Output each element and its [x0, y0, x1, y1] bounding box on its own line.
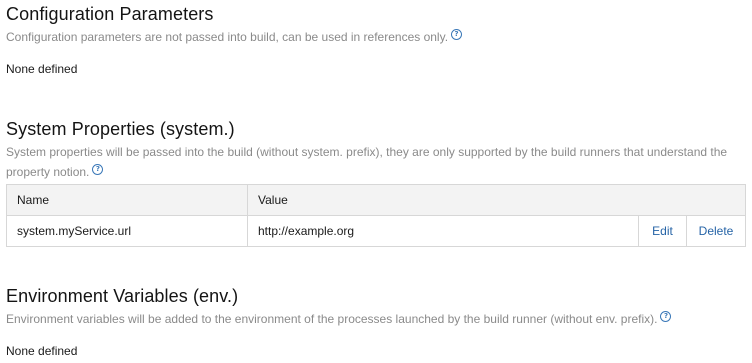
column-header-value: Value — [247, 184, 746, 216]
configuration-parameters-description: Configuration parameters are not passed … — [6, 27, 746, 47]
table-row: system.myService.url http://example.org … — [6, 215, 746, 247]
configuration-parameters-description-text: Configuration parameters are not passed … — [6, 30, 449, 44]
system-properties-description-text: System properties will be passed into th… — [6, 145, 728, 179]
property-name-cell: system.myService.url — [6, 215, 248, 247]
system-properties-title: System Properties (system.) — [6, 119, 235, 139]
configuration-parameters-title: Configuration Parameters — [6, 4, 214, 24]
system-properties-section: System Properties (system.) System prope… — [6, 118, 746, 182]
help-icon[interactable]: ? — [660, 311, 672, 322]
delete-link[interactable]: Delete — [686, 215, 746, 247]
help-icon[interactable]: ? — [451, 29, 463, 40]
column-header-name: Name — [6, 184, 248, 216]
environment-variables-title: Environment Variables (env.) — [6, 286, 239, 306]
property-value-cell: http://example.org — [247, 215, 639, 247]
environment-variables-section: Environment Variables (env.) Environment… — [6, 285, 746, 329]
environment-variables-description: Environment variables will be added to t… — [6, 309, 746, 329]
configuration-parameters-section: Configuration Parameters Configuration p… — [6, 3, 746, 47]
configuration-parameters-empty-text: None defined — [6, 62, 78, 76]
system-properties-description: System properties will be passed into th… — [6, 142, 746, 182]
edit-link[interactable]: Edit — [638, 215, 687, 247]
help-icon[interactable]: ? — [92, 164, 104, 175]
environment-variables-empty-text: None defined — [6, 344, 78, 358]
system-properties-table: Name Value system.myService.url http://e… — [6, 184, 746, 247]
table-header-row: Name Value — [6, 184, 746, 216]
environment-variables-description-text: Environment variables will be added to t… — [6, 312, 658, 326]
